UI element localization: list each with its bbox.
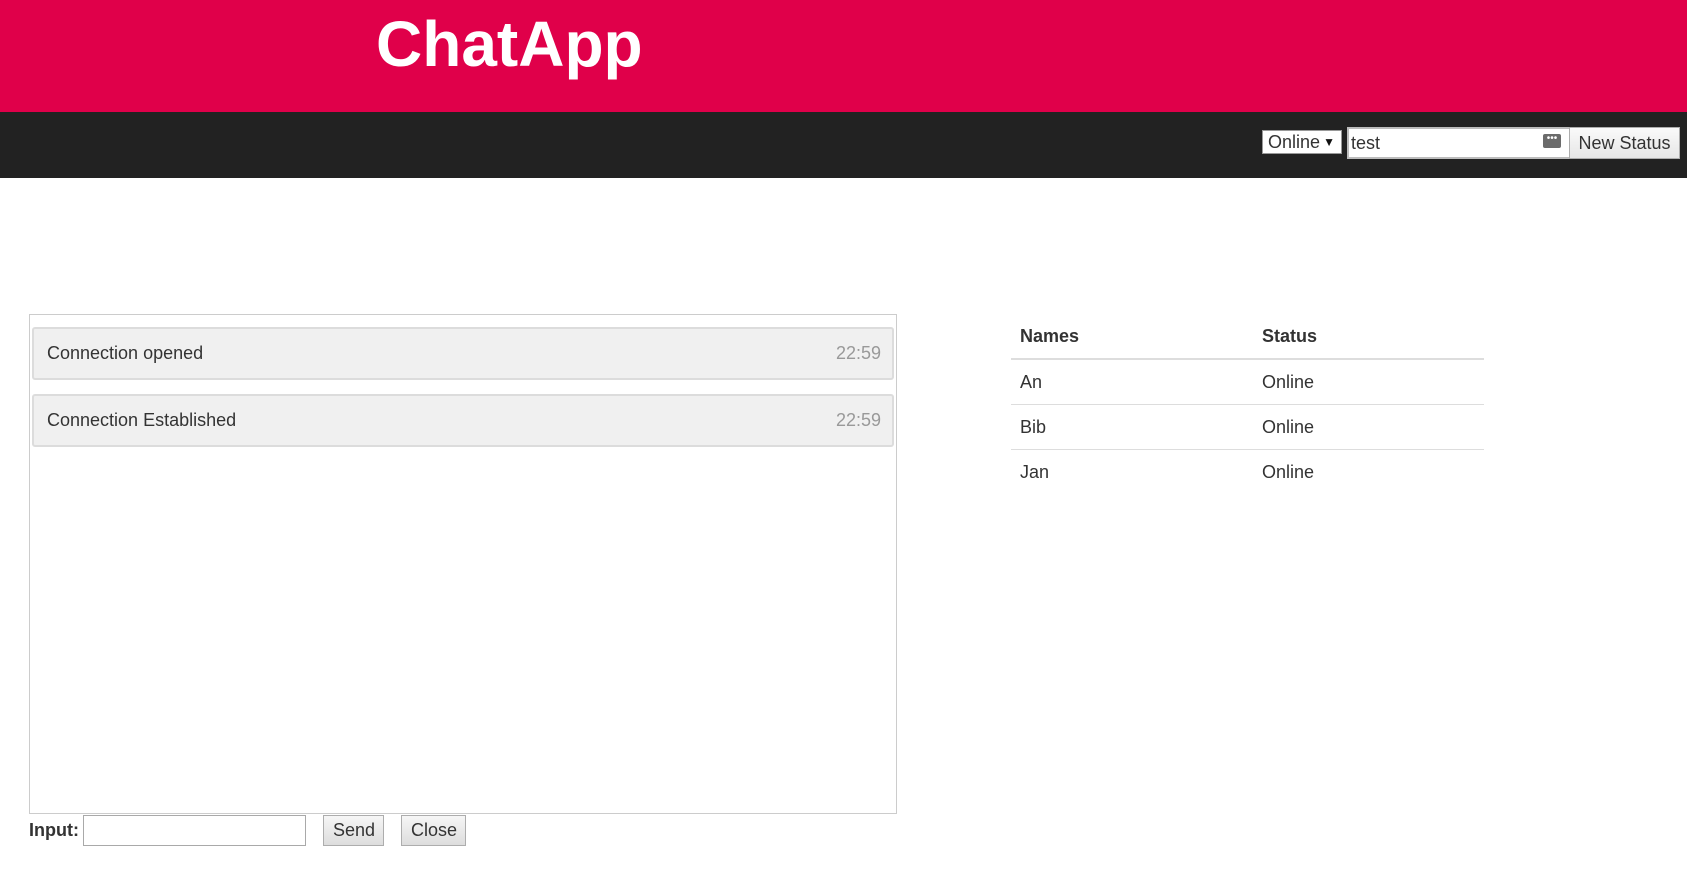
message-item: Connection Established 22:59	[32, 394, 894, 447]
table-row: Jan Online	[1011, 449, 1484, 494]
table-row: Bib Online	[1011, 404, 1484, 450]
status-select-value: Online	[1268, 131, 1321, 152]
users-table: Names Status An Online Bib Online Jan On…	[1011, 313, 1484, 494]
new-status-button[interactable]: New Status	[1569, 127, 1680, 159]
message-item: Connection opened 22:59	[32, 327, 894, 380]
send-button[interactable]: Send	[323, 815, 384, 846]
close-button[interactable]: Close	[401, 815, 466, 846]
chat-messages-panel[interactable]: Connection opened 22:59 Connection Estab…	[29, 314, 897, 814]
user-status: Online	[1262, 371, 1315, 392]
input-label: Input:	[29, 820, 79, 840]
column-header-names: Names	[1011, 313, 1253, 360]
user-name: An	[1020, 371, 1043, 392]
app-title: ChatApp	[376, 8, 643, 80]
table-header-row: Names Status	[1011, 313, 1484, 360]
message-text: Connection opened	[47, 343, 204, 363]
chat-input[interactable]	[83, 815, 306, 846]
user-status: Online	[1253, 449, 1484, 494]
user-status: Online	[1253, 404, 1484, 450]
password-dots-icon[interactable]: •••	[1543, 134, 1561, 148]
table-row: An Online	[1011, 359, 1484, 405]
user-name: Bib	[1011, 404, 1253, 450]
status-select[interactable]: Online ▼	[1262, 130, 1342, 154]
chevron-down-icon: ▼	[1323, 135, 1335, 149]
message-time: 22:59	[835, 410, 881, 430]
message-time: 22:59	[835, 343, 881, 363]
column-header-status: Status	[1253, 313, 1484, 360]
header-banner: ChatApp	[0, 0, 1687, 112]
message-text: Connection Established	[47, 410, 237, 430]
user-name: Jan	[1011, 449, 1253, 494]
status-message-input[interactable]	[1347, 127, 1569, 159]
